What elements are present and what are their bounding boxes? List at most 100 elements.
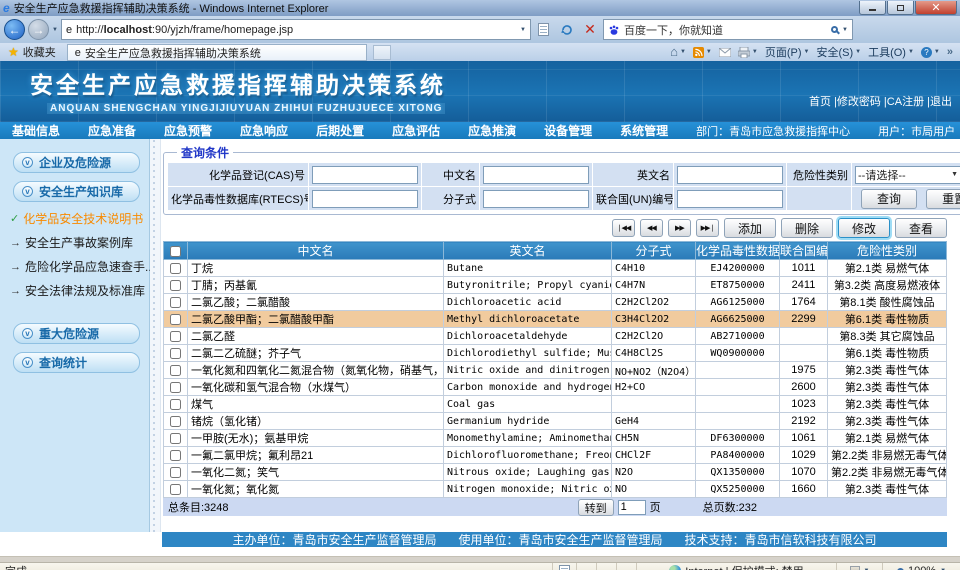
sidebar-item-1-3[interactable]: →安全法律法规及标准库 (10, 282, 145, 299)
rtecs-number-input[interactable] (312, 190, 418, 208)
row-checkbox[interactable] (170, 297, 181, 308)
table-row[interactable]: 丁烷ButaneC4H10EJ42000001011第2.1类 易燃气体 (164, 260, 947, 277)
select-all-checkbox[interactable] (170, 246, 181, 257)
nav-item-2[interactable]: 应急预警 (164, 122, 212, 139)
row-checkbox[interactable] (170, 382, 181, 393)
table-row[interactable]: 一氟二氯甲烷；氟利昂21Dichlorofluoromethane; Freon… (164, 447, 947, 464)
feeds-button[interactable]: ▼ (693, 47, 712, 58)
formula-input[interactable] (483, 190, 589, 208)
page-menu[interactable]: 页面(P)▼ (765, 44, 810, 60)
prev-page-button[interactable]: ◀◀ (640, 219, 663, 237)
sidebar-group-2[interactable]: v重大危险源 (13, 323, 140, 344)
view-button[interactable]: 查看 (895, 218, 947, 238)
sidebar-item-1-2[interactable]: →危险化学品应急速查手... (10, 258, 145, 275)
sidebar-group-3[interactable]: v查询统计 (13, 352, 140, 373)
nav-item-8[interactable]: 系统管理 (620, 122, 668, 139)
tab-active[interactable]: e 安全生产应急救援指挥辅助决策系统 (67, 44, 367, 61)
col-formula[interactable]: 分子式 (612, 242, 696, 260)
search-dropdown-icon[interactable]: ▼ (842, 27, 848, 33)
maximize-button[interactable] (887, 1, 914, 15)
compatibility-view-icon[interactable] (534, 19, 554, 40)
history-dropdown-icon[interactable]: ▼ (52, 27, 58, 33)
search-button[interactable]: 查询 (861, 189, 917, 209)
row-checkbox[interactable] (170, 263, 181, 274)
col-un[interactable]: 联合国编号 (780, 242, 828, 260)
home-button[interactable]: ⌂▼ (670, 47, 686, 57)
goto-page-button[interactable]: 转到 (578, 499, 614, 516)
row-checkbox[interactable] (170, 399, 181, 410)
delete-button[interactable]: 删除 (781, 218, 833, 238)
table-row[interactable]: 丁腈；丙基氰Butyronitrile; Propyl cyanideC4H7N… (164, 277, 947, 294)
chinese-name-input[interactable] (483, 166, 589, 184)
address-input[interactable]: e http://localhost:90/yjzh/frame/homepag… (61, 19, 531, 40)
un-number-input[interactable] (677, 190, 783, 208)
first-page-button[interactable]: ❘◀◀ (612, 219, 635, 237)
zoom-control[interactable]: 100% ▼ (882, 563, 960, 570)
header-link-1[interactable]: 修改密码 (837, 96, 881, 108)
row-checkbox[interactable] (170, 433, 181, 444)
col-rtecs[interactable]: 化学品毒性数据... (696, 242, 780, 260)
nav-item-7[interactable]: 设备管理 (544, 122, 592, 139)
sidebar-item-1-1[interactable]: →安全生产事故案例库 (10, 234, 145, 251)
row-checkbox[interactable] (170, 416, 181, 427)
reset-button[interactable]: 重置 (926, 189, 960, 209)
new-tab-button[interactable] (373, 45, 391, 60)
sidebar-group-1[interactable]: v安全生产知识库 (13, 181, 140, 202)
col-en-name[interactable]: 英文名 (444, 242, 612, 260)
sidebar-item-1-0[interactable]: ✓化学品安全技术说明书 (10, 210, 145, 227)
table-row[interactable]: 一氧化二氮；笑气Nitrous oxide; Laughing gasN2OQX… (164, 464, 947, 481)
header-link-2[interactable]: CA注册 (887, 96, 924, 108)
table-row[interactable]: 一氧化氮；氧化氮Nitrogen monoxide; Nitric oxideN… (164, 481, 947, 498)
table-row[interactable]: 二氯乙酸；二氯醋酸Dichloroacetic acidC2H2Cl2O2AG6… (164, 294, 947, 311)
print-button[interactable]: ▼ (738, 47, 758, 58)
help-menu[interactable]: ?▼ (921, 47, 940, 58)
search-input[interactable]: 百度一下，你就知道 ▼ (603, 19, 853, 40)
sidebar-group-0[interactable]: v企业及危险源 (13, 152, 140, 173)
header-link-3[interactable]: 退出 (930, 96, 952, 108)
table-row[interactable]: 二氯乙醛DichloroacetaldehydeC2H2Cl2OAB271000… (164, 328, 947, 345)
sidebar-splitter[interactable] (150, 139, 161, 532)
row-checkbox[interactable] (170, 365, 181, 376)
table-row[interactable]: 锗烷（氢化锗）Germanium hydrideGeH42192第2.3类 毒性… (164, 413, 947, 430)
row-checkbox[interactable] (170, 314, 181, 325)
table-row[interactable]: 煤气Coal gas1023第2.3类 毒性气体 (164, 396, 947, 413)
table-row[interactable]: 一甲胺(无水)；氨基甲烷Monomethylamine; Aminomethan… (164, 430, 947, 447)
nav-item-1[interactable]: 应急准备 (88, 122, 136, 139)
row-checkbox[interactable] (170, 467, 181, 478)
col-cn-name[interactable]: 中文名 (188, 242, 444, 260)
row-checkbox[interactable] (170, 450, 181, 461)
favorites-button[interactable]: ★ 收藏夹 (3, 44, 61, 60)
close-button[interactable]: ✕ (915, 1, 957, 15)
row-checkbox[interactable] (170, 484, 181, 495)
cas-number-input[interactable] (312, 166, 418, 184)
header-link-0[interactable]: 首页 (809, 96, 831, 108)
mail-button[interactable] (719, 48, 731, 57)
add-button[interactable]: 添加 (724, 218, 776, 238)
row-checkbox[interactable] (170, 348, 181, 359)
nav-item-6[interactable]: 应急推演 (468, 122, 516, 139)
back-icon[interactable]: ← (4, 19, 25, 40)
stop-icon[interactable]: ✕ (580, 19, 600, 40)
forward-icon[interactable]: → (28, 19, 49, 40)
nav-item-3[interactable]: 应急响应 (240, 122, 288, 139)
status-zone-cell[interactable]: Internet | 保护模式: 禁用 (636, 563, 836, 570)
col-hazard[interactable]: 危险性类别 (828, 242, 947, 260)
next-page-button[interactable]: ▶▶ (668, 219, 691, 237)
nav-item-0[interactable]: 基础信息 (12, 122, 60, 139)
nav-item-5[interactable]: 应急评估 (392, 122, 440, 139)
modify-button[interactable]: 修改 (838, 218, 890, 238)
minimize-button[interactable] (859, 1, 886, 15)
tools-menu[interactable]: 工具(O)▼ (868, 44, 914, 60)
last-page-button[interactable]: ▶▶❘ (696, 219, 719, 237)
hazard-class-select[interactable]: --请选择--▼ (855, 166, 960, 184)
protected-mode-button[interactable]: ▼ (836, 563, 882, 570)
safety-menu[interactable]: 安全(S)▼ (816, 44, 861, 60)
row-checkbox[interactable] (170, 280, 181, 291)
english-name-input[interactable] (677, 166, 783, 184)
table-row[interactable]: 一氧化碳和氢气混合物（水煤气）Carbon monoxide and hydro… (164, 379, 947, 396)
chevron-more-icon[interactable]: » (947, 46, 953, 58)
row-checkbox[interactable] (170, 331, 181, 342)
refresh-icon[interactable] (557, 19, 577, 40)
table-row[interactable]: 二氯二乙硫醚；芥子气Dichlorodiethyl sulfide; Musta… (164, 345, 947, 362)
goto-page-input[interactable] (618, 500, 646, 515)
